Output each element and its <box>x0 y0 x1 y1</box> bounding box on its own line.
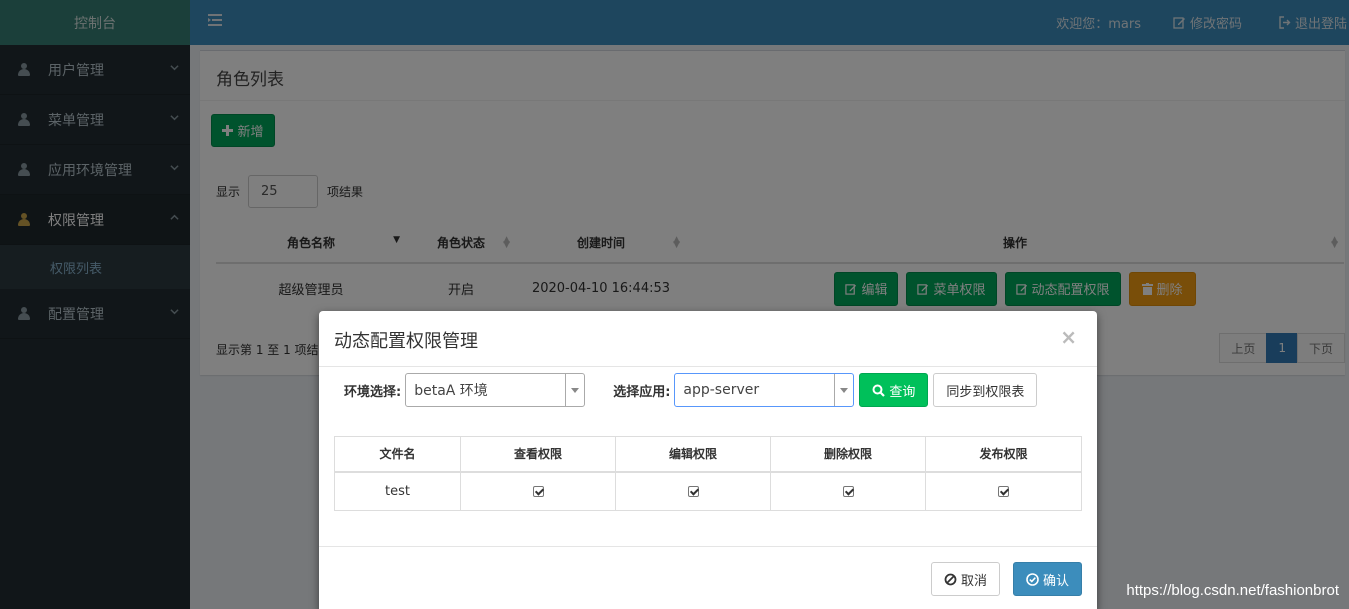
query-button[interactable]: 查询 <box>859 373 929 407</box>
modal-header: 动态配置权限管理 × <box>319 311 1097 367</box>
col-view-permission: 查看权限 <box>460 436 616 473</box>
permission-table: 文件名 查看权限 编辑权限 删除权限 发布权限 test <box>334 436 1082 511</box>
dropdown-arrow-icon <box>565 374 584 406</box>
confirm-button[interactable]: 确认 <box>1012 562 1082 596</box>
table-row: test <box>334 471 1082 511</box>
modal-footer: 取消 确认 <box>319 546 1097 609</box>
close-icon[interactable]: × <box>1060 325 1077 349</box>
filter-bar: 环境选择: betaA 环境 选择应用: app-server 查询 同步到权限… <box>344 373 1038 407</box>
search-icon <box>872 384 886 397</box>
col-file-name: 文件名 <box>334 436 461 473</box>
col-edit-permission: 编辑权限 <box>615 436 771 473</box>
watermark: https://blog.csdn.net/fashionbrot <box>1126 582 1339 599</box>
view-permission-checkbox[interactable] <box>532 485 544 497</box>
app-select[interactable]: app-server <box>674 373 855 407</box>
publish-permission-checkbox[interactable] <box>998 485 1009 497</box>
env-label: 环境选择: <box>344 384 402 400</box>
env-select[interactable]: betaA 环境 <box>405 373 586 407</box>
delete-permission-checkbox[interactable] <box>842 485 854 497</box>
edit-permission-checkbox[interactable] <box>687 485 699 497</box>
cancel-button[interactable]: 取消 <box>930 562 1000 596</box>
file-name-cell: test <box>334 471 461 511</box>
col-publish-permission: 发布权限 <box>925 436 1082 473</box>
col-delete-permission: 删除权限 <box>770 436 926 473</box>
modal-title: 动态配置权限管理 <box>334 331 478 352</box>
dynamic-permission-modal: 动态配置权限管理 × 环境选择: betaA 环境 选择应用: app-serv… <box>319 311 1097 609</box>
ban-icon <box>944 573 957 585</box>
app-label: 选择应用: <box>613 384 671 400</box>
sync-permission-button[interactable]: 同步到权限表 <box>933 373 1038 407</box>
check-circle-icon <box>1026 572 1039 586</box>
dropdown-arrow-icon <box>834 374 853 406</box>
